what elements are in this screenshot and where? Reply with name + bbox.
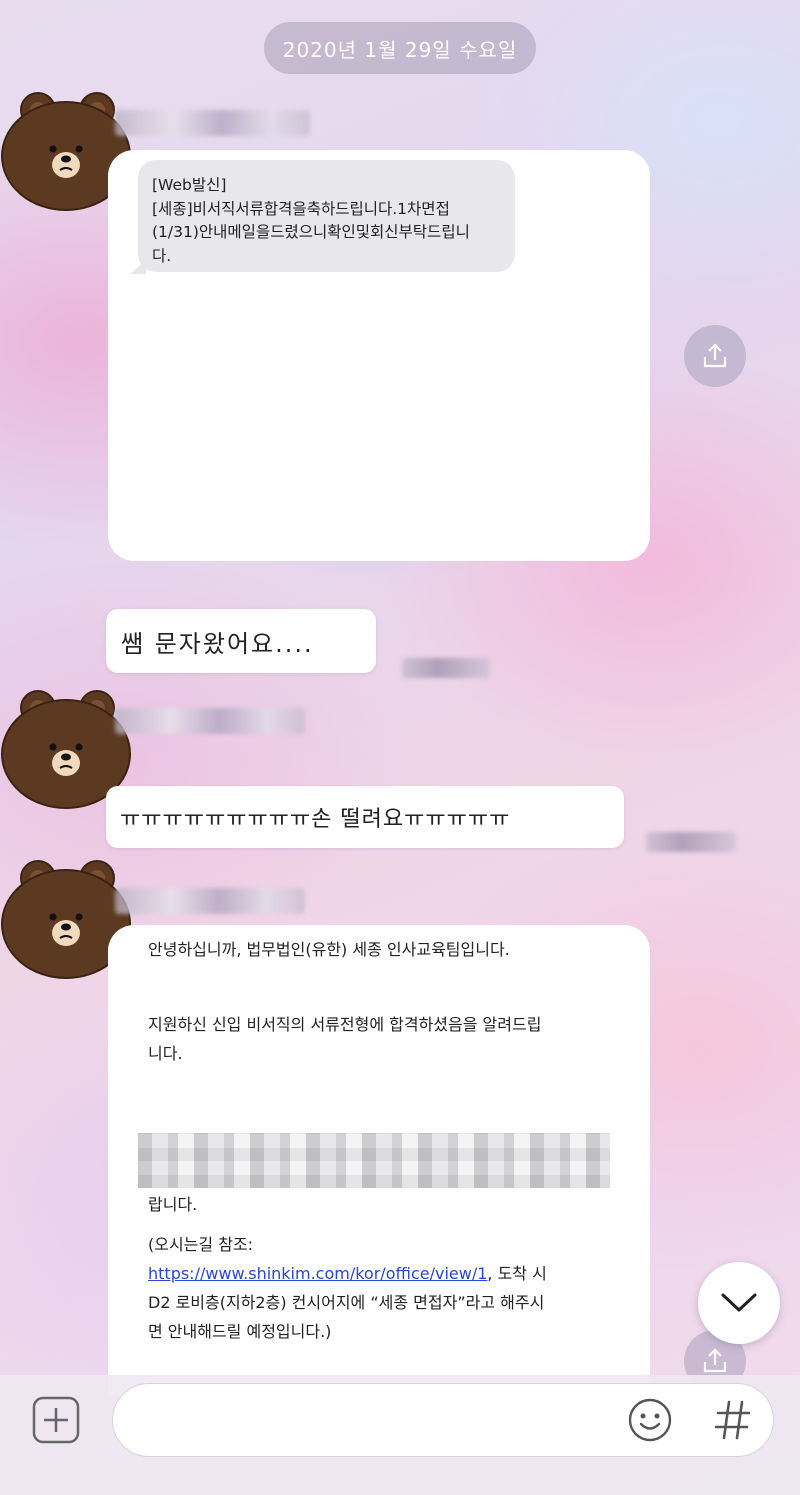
email-text: 랍니다. bbox=[148, 1195, 198, 1214]
email-text: 면 안내해드릴 예정입니다.) bbox=[148, 1322, 332, 1341]
chat-bubble-text: ㅠㅠㅠㅠㅠㅠㅠㅠㅠ손 떨려요ㅠㅠㅠㅠㅠ bbox=[120, 807, 511, 832]
email-text: , 도착 시 bbox=[487, 1264, 547, 1283]
email-text: 니다. bbox=[148, 1044, 183, 1063]
sms-line: [세종]비서직서류합격을축하드립니다.1차면접 bbox=[152, 199, 450, 218]
chevron-down-icon bbox=[721, 1293, 757, 1312]
share-icon bbox=[703, 1348, 727, 1373]
chat-bubble-text: 쌤 문자왔어요.... bbox=[121, 629, 314, 658]
emoji-icon bbox=[628, 1398, 672, 1442]
sender-name-blurred bbox=[115, 888, 305, 914]
timestamp-blurred bbox=[402, 658, 490, 678]
email-greeting: 안녕하십니까, 법무법인(유한) 세종 인사교육팀입니다. bbox=[148, 940, 510, 959]
email-text: D2 로비층(지하2층) 컨시어지에 “세종 면접자”라고 해주시 bbox=[148, 1293, 545, 1312]
email-text: https://www.shinkim.com/kor/office/view/… bbox=[148, 1259, 620, 1288]
hashtag-button[interactable] bbox=[710, 1396, 756, 1444]
add-attachment-button[interactable] bbox=[32, 1396, 80, 1444]
sender-name-blurred bbox=[115, 110, 310, 136]
share-button[interactable] bbox=[684, 325, 746, 387]
email-text: 지원하신 신입 비서직의 서류전형에 합격하셨음을 알려드립 bbox=[148, 1015, 542, 1034]
sms-line: (1/31)안내메일을드렸으니확인및회신부탁드립니 bbox=[152, 223, 470, 241]
share-icon bbox=[703, 343, 727, 368]
date-divider: 2020년 1월 29일 수요일 bbox=[264, 22, 536, 74]
pixelated-redaction bbox=[138, 1133, 610, 1188]
emoji-button[interactable] bbox=[626, 1396, 674, 1444]
email-link[interactable]: https://www.shinkim.com/kor/office/view/… bbox=[148, 1264, 487, 1283]
message-input[interactable] bbox=[112, 1383, 774, 1457]
sender-name-blurred bbox=[115, 708, 305, 734]
chat-bubble[interactable]: 쌤 문자왔어요.... bbox=[106, 609, 376, 673]
sms-bubble: [Web발신] [세종]비서직서류합격을축하드립니다.1차면접 (1/31)안내… bbox=[130, 160, 515, 274]
scroll-to-bottom-button[interactable] bbox=[698, 1262, 780, 1344]
sms-line: 다. bbox=[152, 246, 172, 265]
timestamp-blurred bbox=[646, 832, 736, 852]
hashtag-icon bbox=[714, 1400, 751, 1440]
email-text: (오시는길 참조: bbox=[148, 1235, 254, 1254]
sms-line: [Web발신] bbox=[152, 176, 227, 194]
chat-bubble[interactable]: ㅠㅠㅠㅠㅠㅠㅠㅠㅠ손 떨려요ㅠㅠㅠㅠㅠ bbox=[106, 786, 624, 848]
plus-square-icon bbox=[32, 1396, 80, 1444]
